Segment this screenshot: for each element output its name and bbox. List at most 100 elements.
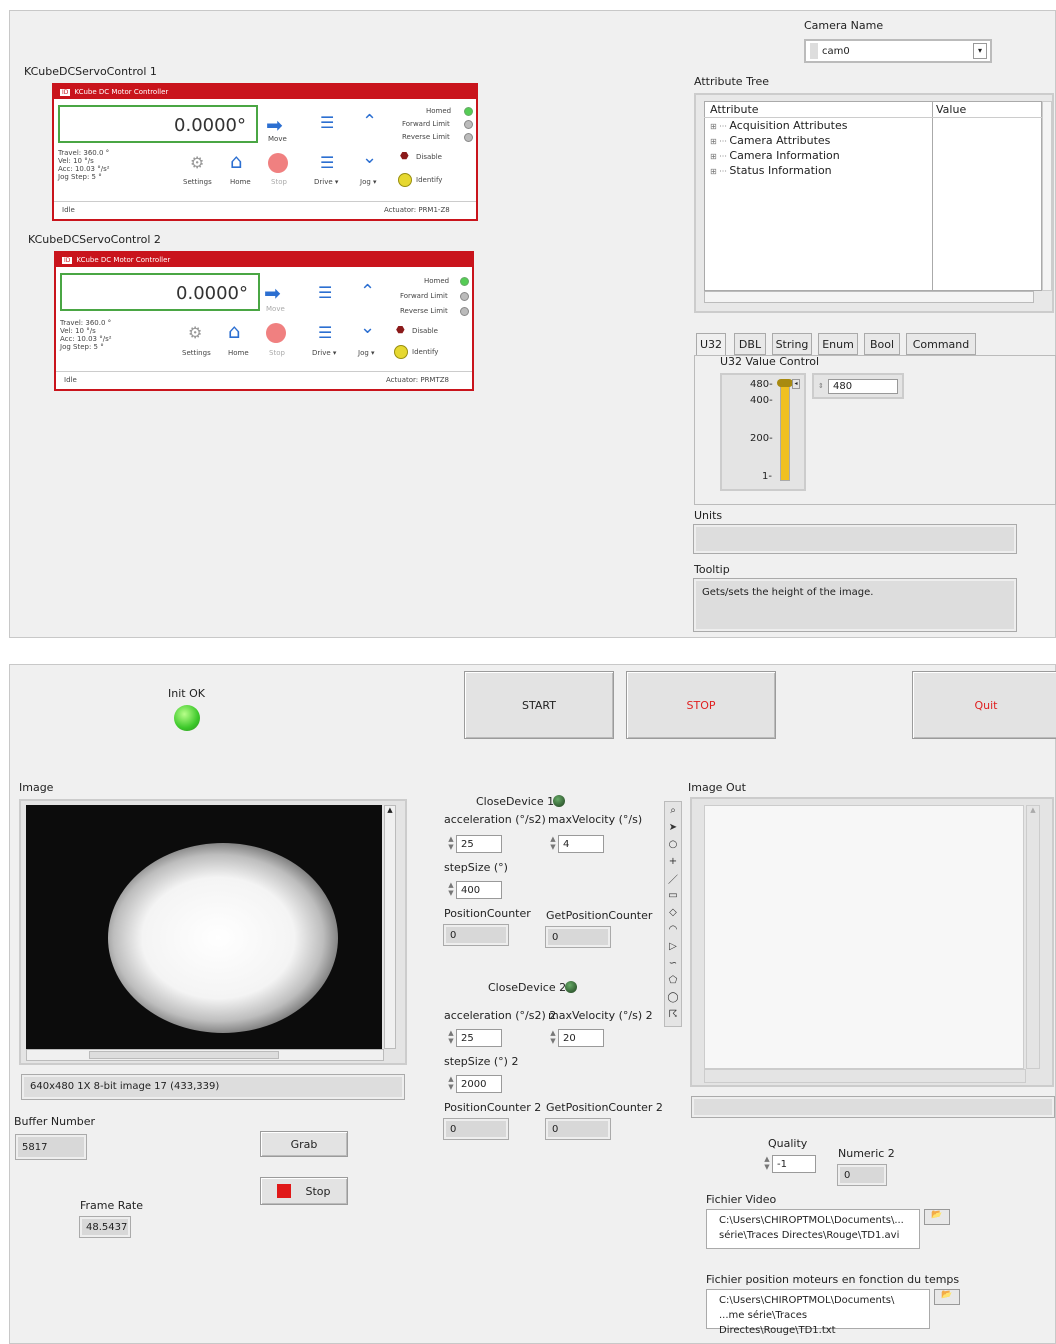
tree-item[interactable]: ⊞ ··· Acquisition Attributes	[710, 119, 847, 132]
broken-line-icon[interactable]: ☈	[666, 1007, 680, 1021]
position-file-path[interactable]: C:\Users\CHIROPTMOL\Documents\ ...me sér…	[706, 1289, 930, 1336]
stop-icon[interactable]	[268, 153, 288, 173]
tab-u32[interactable]: U32	[696, 333, 726, 355]
drive-label[interactable]: Drive ▾	[314, 178, 338, 186]
pointer-icon[interactable]: ➤	[666, 820, 680, 834]
crosshair-icon[interactable]: +	[666, 854, 680, 868]
start-button[interactable]: START	[464, 671, 614, 739]
jog-down-icon[interactable]: ⌄	[362, 147, 377, 168]
quality-spin[interactable]: ▲ ▼	[762, 1155, 772, 1173]
stop-icon[interactable]	[266, 323, 286, 343]
home-icon[interactable]: ⌂	[230, 149, 243, 173]
image-hscroll[interactable]	[26, 1049, 384, 1061]
expand-icon[interactable]: ⊞ ···	[710, 167, 729, 176]
line-icon[interactable]: ／	[666, 871, 680, 886]
step-size-1-spin[interactable]: ▲ ▼	[446, 881, 456, 899]
camera-name-select[interactable]: cam0 ▾	[804, 39, 992, 63]
identify-label[interactable]: Identify	[412, 348, 438, 356]
tree-item[interactable]: ⊞ ··· Camera Attributes	[710, 134, 830, 147]
grab-button[interactable]: Grab	[260, 1131, 348, 1157]
tab-bool[interactable]: Bool	[864, 333, 900, 355]
move-arrow-icon[interactable]: ➡	[264, 281, 281, 305]
horizontal-scrollbar[interactable]	[704, 291, 1034, 303]
u32-spin-icon[interactable]: ⇕	[818, 382, 828, 390]
identify-label[interactable]: Identify	[416, 176, 442, 184]
u32-value[interactable]: 480	[828, 378, 898, 394]
max-velocity-1-input[interactable]: 4	[558, 835, 604, 853]
image-out-hscroll[interactable]	[704, 1069, 1026, 1083]
freehand-icon[interactable]: ∽	[666, 956, 680, 970]
tab-enum[interactable]: Enum	[818, 333, 858, 355]
u32-slider-track[interactable]	[780, 383, 790, 481]
drive-list-icon[interactable]: ☰	[318, 283, 332, 302]
max-velocity-1-spin[interactable]: ▲ ▼	[548, 835, 558, 853]
expand-icon[interactable]: ⊞ ···	[710, 152, 729, 161]
tab-string[interactable]: String	[772, 333, 812, 355]
slider-spin-icon[interactable]: ◂	[792, 379, 800, 389]
settings-gear-icon[interactable]: ⚙	[188, 323, 202, 342]
video-browse-folder-icon[interactable]: 📂	[924, 1209, 950, 1225]
max-velocity-2-spin[interactable]: ▲ ▼	[548, 1029, 558, 1047]
identify-icon[interactable]	[394, 345, 408, 359]
disable-label[interactable]: Disable	[416, 153, 442, 161]
disable-icon[interactable]: ⬣	[400, 151, 409, 162]
image-out-vscroll[interactable]: ▲	[1026, 805, 1040, 1069]
annulus-icon[interactable]: ◠	[666, 922, 680, 936]
acceleration-1-input[interactable]: 25	[456, 835, 502, 853]
tree-item[interactable]: ⊞ ··· Status Information	[710, 164, 832, 177]
max-velocity-2-input[interactable]: 20	[558, 1029, 604, 1047]
move-arrow-icon[interactable]: ➡	[266, 113, 283, 137]
home-icon[interactable]: ⌂	[228, 319, 241, 343]
pan-icon[interactable]: ○	[666, 837, 680, 851]
expand-icon[interactable]: ⊞ ···	[710, 122, 729, 131]
position-browse-folder-icon[interactable]: 📂	[934, 1289, 960, 1305]
stop-grab-button[interactable]: Stop	[260, 1177, 348, 1205]
acceleration-2-input[interactable]: 25	[456, 1029, 502, 1047]
u32-slider-knob[interactable]	[777, 379, 793, 387]
drive-list-icon-2[interactable]: ☰	[318, 323, 332, 342]
polygon-icon[interactable]: ▷	[666, 939, 680, 953]
close-device-1-led[interactable]	[553, 795, 565, 807]
stop-button[interactable]: STOP	[626, 671, 776, 739]
tab-command[interactable]: Command	[906, 333, 976, 355]
video-file-path[interactable]: C:\Users\CHIROPTMOL\Documents\... série\…	[706, 1209, 920, 1249]
rectangle-icon[interactable]: ▭	[666, 888, 680, 902]
acceleration-2-spin[interactable]: ▲ ▼	[446, 1029, 456, 1047]
drive-list-icon[interactable]: ☰	[320, 113, 334, 132]
image-out-display[interactable]	[704, 805, 1024, 1069]
jog-label[interactable]: Jog ▾	[360, 178, 377, 186]
vertical-scrollbar[interactable]	[1042, 101, 1052, 291]
step-size-1-input[interactable]: 400	[456, 881, 502, 899]
attribute-tree[interactable]: Attribute Value ⊞ ··· Acquisition Attrib…	[694, 93, 1054, 313]
jog-up-icon[interactable]: ⌃	[362, 111, 377, 132]
identify-icon[interactable]	[398, 173, 412, 187]
u32-numeric[interactable]: ⇕ 480	[812, 373, 904, 399]
dropdown-icon[interactable]: ▾	[973, 43, 987, 59]
jog-up-icon[interactable]: ⌃	[360, 281, 375, 302]
freehand-region-icon[interactable]: ⬠	[666, 973, 680, 987]
tree-item[interactable]: ⊞ ··· Camera Information	[710, 149, 840, 162]
step-size-2-spin[interactable]: ▲ ▼	[446, 1075, 456, 1093]
close-device-2-led[interactable]	[565, 981, 577, 993]
expand-icon[interactable]: ⊞ ···	[710, 137, 729, 146]
step-size-2-input[interactable]: 2000	[456, 1075, 502, 1093]
zoom-icon[interactable]: ⌕	[666, 803, 680, 817]
disable-label[interactable]: Disable	[412, 327, 438, 335]
quality-input[interactable]: -1	[772, 1155, 816, 1173]
jog-down-icon[interactable]: ⌄	[360, 317, 375, 338]
disable-icon[interactable]: ⬣	[396, 325, 405, 336]
settings-gear-icon[interactable]: ⚙	[190, 153, 204, 172]
acceleration-1-spin[interactable]: ▲ ▼	[446, 835, 456, 853]
hscroll-thumb[interactable]	[89, 1051, 279, 1059]
quit-button[interactable]: Quit	[912, 671, 1056, 739]
rotated-rect-icon[interactable]: ◇	[666, 905, 680, 919]
image-vscroll[interactable]: ▲	[384, 805, 396, 1049]
oval-icon[interactable]: ◯	[666, 990, 680, 1004]
value-column-header[interactable]: Value	[936, 103, 966, 116]
camera-image[interactable]	[26, 805, 382, 1049]
attribute-column-header[interactable]: Attribute	[710, 103, 759, 116]
drive-list-icon-2[interactable]: ☰	[320, 153, 334, 172]
jog-label[interactable]: Jog ▾	[358, 349, 375, 357]
tab-dbl[interactable]: DBL	[734, 333, 766, 355]
drive-label[interactable]: Drive ▾	[312, 349, 336, 357]
